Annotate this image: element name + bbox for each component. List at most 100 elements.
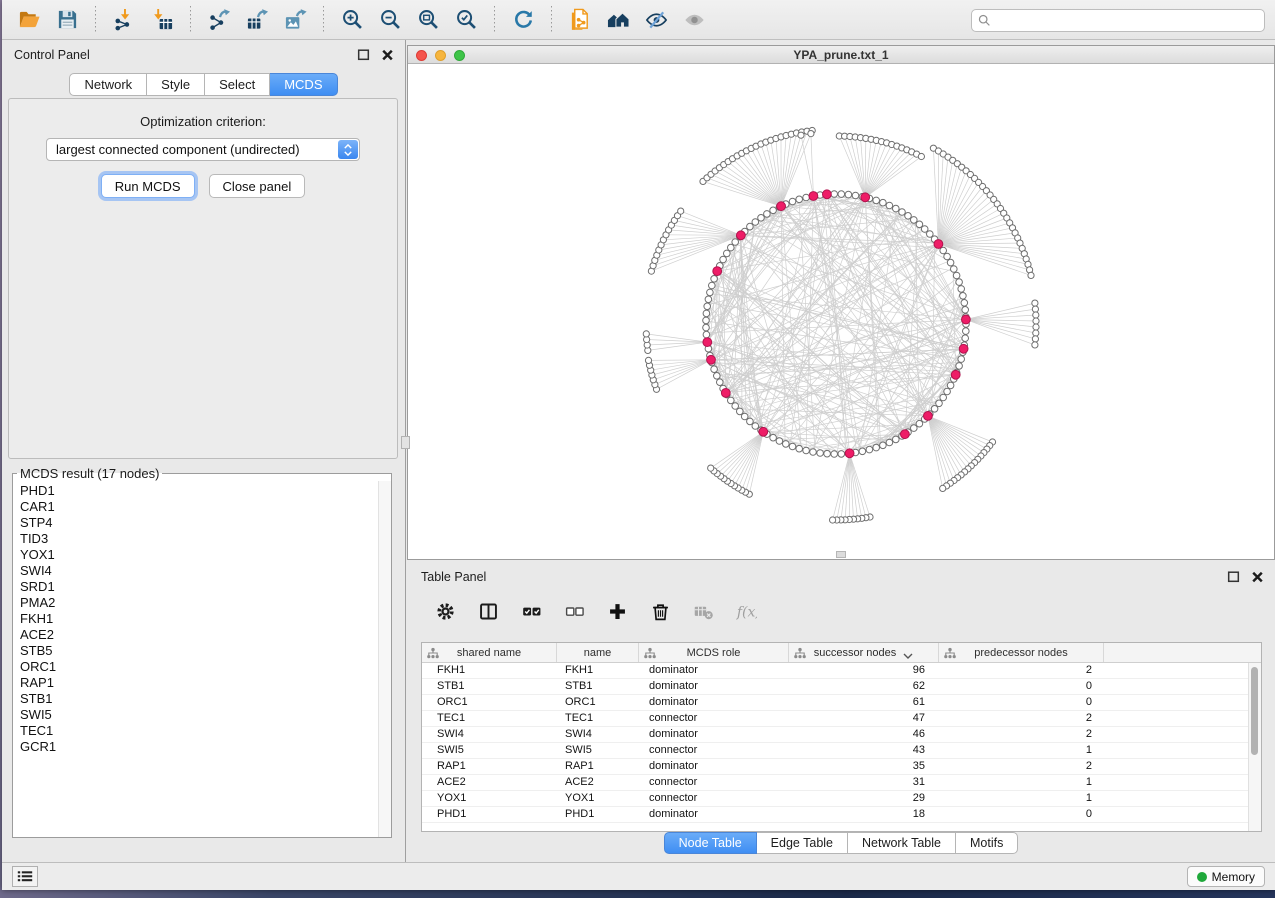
network-table-splitter-grip[interactable] (836, 551, 846, 558)
save-button[interactable] (51, 4, 83, 36)
list-icon (17, 870, 33, 883)
tab-node-table[interactable]: Node Table (664, 832, 757, 854)
memory-button[interactable]: Memory (1187, 866, 1265, 887)
import-table-button[interactable] (146, 4, 178, 36)
table-row[interactable]: RAP1RAP1dominator352 (422, 759, 1261, 775)
close-panel-icon[interactable] (380, 47, 395, 62)
import-network-button[interactable] (108, 4, 140, 36)
optimization-criterion-select[interactable]: largest connected component (undirected) (46, 138, 360, 161)
zoom-in-button[interactable] (336, 4, 368, 36)
show-all-eye-button (678, 4, 710, 36)
table-row[interactable]: ORC1ORC1dominator610 (422, 695, 1261, 711)
cell-shared_name: PHD1 (422, 807, 557, 822)
cell-shared_name: RAP1 (422, 759, 557, 774)
column-header-predecessor-nodes[interactable]: predecessor nodes (939, 643, 1104, 662)
table-row[interactable]: TEC1TEC1connector472 (422, 711, 1261, 727)
zoom-selected-icon (455, 8, 478, 31)
mcds-result-node[interactable]: YOX1 (20, 547, 391, 563)
float-table-panel-icon[interactable] (1226, 569, 1241, 584)
mcds-result-node[interactable]: SRD1 (20, 579, 391, 595)
table-row[interactable]: PHD1PHD1dominator180 (422, 807, 1261, 823)
cell-successor_nodes: 62 (789, 679, 939, 694)
panel-splitter-grip[interactable] (401, 436, 410, 449)
mcds-result-node[interactable]: FKH1 (20, 611, 391, 627)
export-image-button[interactable] (279, 4, 311, 36)
column-header-MCDS-role[interactable]: MCDS role (639, 643, 789, 662)
mcds-result-node[interactable]: TID3 (20, 531, 391, 547)
table-row[interactable]: ACE2ACE2connector311 (422, 775, 1261, 791)
neighborhood-houses-button[interactable] (602, 4, 634, 36)
search-box (971, 9, 1265, 32)
table-toolbar: f(x) (417, 590, 758, 632)
table-row[interactable]: SWI4SWI4dominator462 (422, 727, 1261, 743)
criterion-selected-value: largest connected component (undirected) (56, 142, 300, 157)
cell-mcds_role: dominator (639, 807, 789, 822)
cell-successor_nodes: 18 (789, 807, 939, 822)
export-network-button[interactable] (203, 4, 235, 36)
mcds-result-node[interactable]: SWI4 (20, 563, 391, 579)
column-header-successor-nodes[interactable]: successor nodes (789, 643, 939, 662)
delete-entry-button[interactable] (648, 599, 672, 623)
run-mcds-button[interactable]: Run MCDS (101, 174, 195, 198)
mcds-result-node[interactable]: SWI5 (20, 707, 391, 723)
cell-shared_name: STB1 (422, 679, 557, 694)
float-panel-icon[interactable] (356, 47, 371, 62)
refresh-button[interactable] (507, 4, 539, 36)
mcds-result-node[interactable]: ACE2 (20, 627, 391, 643)
search-input[interactable] (991, 10, 1264, 31)
tab-select[interactable]: Select (205, 73, 270, 96)
mcds-result-node[interactable]: RAP1 (20, 675, 391, 691)
tab-motifs[interactable]: Motifs (956, 832, 1018, 854)
tab-network-table[interactable]: Network Table (848, 832, 956, 854)
toolbar-separator (190, 6, 191, 34)
table-header-row: shared namenameMCDS rolesuccessor nodesp… (422, 643, 1261, 663)
close-panel-button[interactable]: Close panel (209, 174, 306, 198)
mcds-result-node[interactable]: TEC1 (20, 723, 391, 739)
cell-successor_nodes: 35 (789, 759, 939, 774)
tab-style[interactable]: Style (147, 73, 205, 96)
task-history-button[interactable] (12, 866, 38, 887)
tab-network[interactable]: Network (69, 73, 147, 96)
tab-edge-table[interactable]: Edge Table (757, 832, 848, 854)
control-panel-header: Control Panel (2, 40, 405, 70)
add-entry-button[interactable] (605, 599, 629, 623)
mcds-result-node[interactable]: STB5 (20, 643, 391, 659)
zoom-selected-button[interactable] (450, 4, 482, 36)
deselect-all-checks-button[interactable] (562, 599, 586, 623)
network-graph[interactable] (408, 64, 1274, 559)
table-row[interactable]: SWI5SWI5connector431 (422, 743, 1261, 759)
close-table-panel-icon[interactable] (1250, 569, 1265, 584)
table-row[interactable]: FKH1FKH1dominator962 (422, 663, 1261, 679)
table-scrollbar-thumb[interactable] (1251, 667, 1258, 755)
zoom-out-button[interactable] (374, 4, 406, 36)
open-folder-button[interactable] (13, 4, 45, 36)
network-from-document-button[interactable] (564, 4, 596, 36)
mcds-result-node[interactable]: PHD1 (20, 483, 391, 499)
network-canvas[interactable] (408, 64, 1274, 559)
mcds-result-node[interactable]: ORC1 (20, 659, 391, 675)
table-panel-title: Table Panel (421, 570, 486, 584)
cell-shared_name: FKH1 (422, 663, 557, 678)
mcds-result-node[interactable]: STP4 (20, 515, 391, 531)
mcds-result-node[interactable]: PMA2 (20, 595, 391, 611)
toggle-columns-button[interactable] (476, 599, 500, 623)
export-table-button[interactable] (241, 4, 273, 36)
zoom-fit-button[interactable] (412, 4, 444, 36)
table-row[interactable]: YOX1YOX1connector291 (422, 791, 1261, 807)
cell-name: SWI4 (557, 727, 639, 742)
mcds-result-node[interactable]: STB1 (20, 691, 391, 707)
column-header-name[interactable]: name (557, 643, 639, 662)
column-header-shared-name[interactable]: shared name (422, 643, 557, 662)
toolbar-separator (494, 6, 495, 34)
result-list-scrollbar[interactable] (378, 481, 391, 837)
table-row[interactable]: STB1STB1dominator620 (422, 679, 1261, 695)
cell-successor_nodes: 43 (789, 743, 939, 758)
hide-selected-eye-button[interactable] (640, 4, 672, 36)
mcds-result-node[interactable]: GCR1 (20, 739, 391, 755)
tab-mcds[interactable]: MCDS (270, 73, 337, 96)
settings-gear-button[interactable] (433, 599, 457, 623)
cell-mcds_role: dominator (639, 759, 789, 774)
mcds-result-node[interactable]: CAR1 (20, 499, 391, 515)
table-scrollbar[interactable] (1248, 663, 1261, 831)
select-all-checks-button[interactable] (519, 599, 543, 623)
